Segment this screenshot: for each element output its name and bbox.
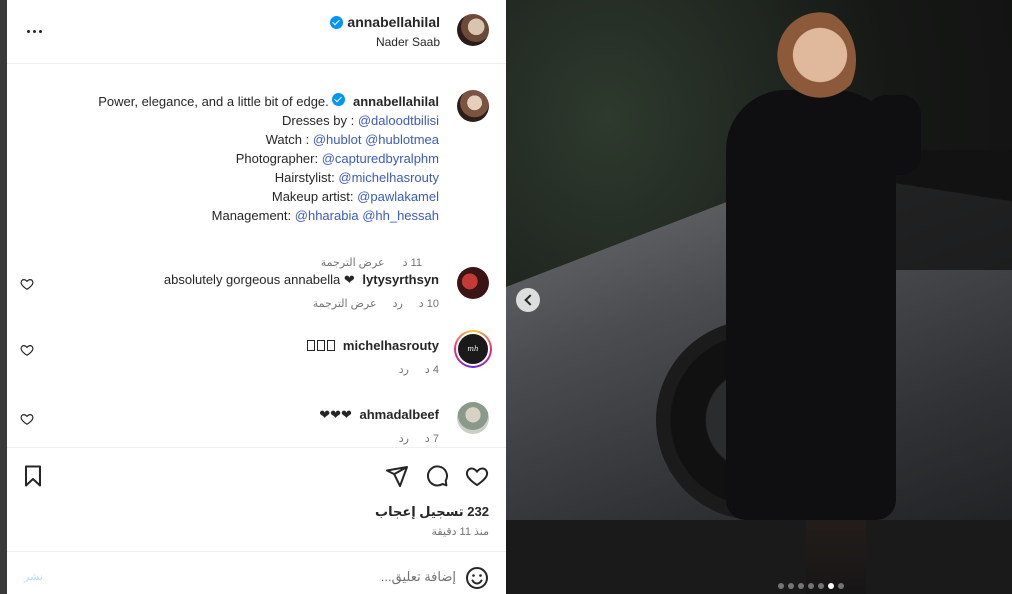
like-comment-icon[interactable] <box>20 343 34 357</box>
comment-input[interactable] <box>76 564 456 588</box>
caption-line: Hairstylist: <box>274 170 335 185</box>
verified-badge-icon <box>332 93 346 106</box>
post-image[interactable] <box>506 0 1012 594</box>
caption-line: Management: <box>211 208 292 223</box>
action-bar: 232 تسجيل إعجاب منذ 11 دقيقة <box>7 447 506 551</box>
carousel-dot <box>818 583 824 589</box>
carousel-dot <box>828 583 834 589</box>
mention-link[interactable]: @capturedbyralphm <box>322 151 439 166</box>
likes-count[interactable]: 232 تسجيل إعجاب <box>375 504 489 520</box>
caption-line: Dresses by : <box>281 113 355 128</box>
comment-username[interactable]: michelhasrouty <box>343 338 439 353</box>
mention-link[interactable]: @hh_hessah <box>362 208 439 223</box>
comment-time[interactable]: 7 د <box>425 432 439 445</box>
author-avatar[interactable] <box>457 14 489 46</box>
caption-username[interactable]: annabellahilal <box>353 94 439 109</box>
mention-link[interactable]: @michelhasrouty <box>338 170 439 185</box>
post-author: annabellahilal Nader Saab <box>330 14 440 49</box>
photo-head <box>776 10 856 110</box>
emoji-icon[interactable] <box>465 566 489 590</box>
see-translation-button[interactable]: عرض الترجمة <box>313 297 377 310</box>
carousel-dot <box>838 583 844 589</box>
caption-line: Watch : <box>265 132 310 147</box>
caption-avatar[interactable] <box>457 90 489 122</box>
carousel-dot <box>798 583 804 589</box>
unsupported-glyph-icons <box>307 340 336 351</box>
mention-link[interactable]: @hharabia <box>295 208 359 223</box>
carousel-dot <box>808 583 814 589</box>
comment-username[interactable]: lytysyrthsyn <box>362 272 439 287</box>
carousel-dots <box>778 583 844 589</box>
avatar-monogram: mh <box>456 332 490 366</box>
like-comment-icon[interactable] <box>20 277 34 291</box>
comment-text: ❤❤❤ <box>319 407 352 422</box>
reply-button[interactable]: رد <box>399 432 409 445</box>
reply-button[interactable]: رد <box>393 297 403 310</box>
comment-text: absolutely gorgeous annabella ❤ <box>163 272 355 287</box>
post-author-username[interactable]: annabellahilal <box>347 14 440 30</box>
comment-time[interactable]: 10 د <box>419 297 439 310</box>
share-icon[interactable] <box>385 464 409 488</box>
caption-line: Power, elegance, and a little bit of edg… <box>98 94 329 109</box>
caption-line: Photographer: <box>235 151 319 166</box>
backdrop <box>0 0 7 594</box>
post-comment-button[interactable]: نشر <box>24 570 43 583</box>
mention-link[interactable]: @hublotmea <box>365 132 439 147</box>
mention-link[interactable]: @pawlakamel <box>357 189 439 204</box>
heart-icon[interactable] <box>465 464 489 488</box>
carousel-dot <box>778 583 784 589</box>
bookmark-icon[interactable] <box>21 464 45 488</box>
mention-link[interactable]: @daloodtbilisi <box>358 113 439 128</box>
comment-item: ❤❤❤ ahmadalbeef 7 د رد <box>7 402 506 447</box>
previous-image-icon[interactable] <box>516 288 540 312</box>
photo-arm <box>866 95 921 175</box>
comments-section[interactable]: Power, elegance, and a little bit of edg… <box>7 64 506 447</box>
reply-button[interactable]: رد <box>399 363 409 376</box>
comment-text <box>307 338 339 353</box>
mention-link[interactable]: @hublot <box>313 132 362 147</box>
comment-time[interactable]: 4 د <box>425 363 439 376</box>
post-time[interactable]: منذ 11 دقيقة <box>432 525 489 538</box>
commenter-avatar[interactable] <box>457 402 489 434</box>
commenter-avatar[interactable] <box>457 267 489 299</box>
comment-username[interactable]: ahmadalbeef <box>360 407 439 422</box>
add-comment-bar: نشر <box>7 551 506 594</box>
post-header: annabellahilal Nader Saab <box>7 0 506 64</box>
post-panel: annabellahilal Nader Saab Power, eleganc… <box>7 0 506 594</box>
photo-ground <box>506 520 1012 594</box>
comment-item: absolutely gorgeous annabella ❤ lytysyrt… <box>7 267 506 317</box>
more-options-icon[interactable] <box>23 20 45 42</box>
verified-badge-icon <box>330 15 344 29</box>
carousel-dot <box>788 583 794 589</box>
commenter-avatar[interactable]: mh <box>454 330 492 368</box>
comment-icon[interactable] <box>425 464 449 488</box>
comment-item: michelhasrouty 4 د رد mh <box>7 330 506 383</box>
like-comment-icon[interactable] <box>20 412 34 426</box>
post-location[interactable]: Nader Saab <box>330 35 440 49</box>
caption-line: Makeup artist: <box>271 189 354 204</box>
